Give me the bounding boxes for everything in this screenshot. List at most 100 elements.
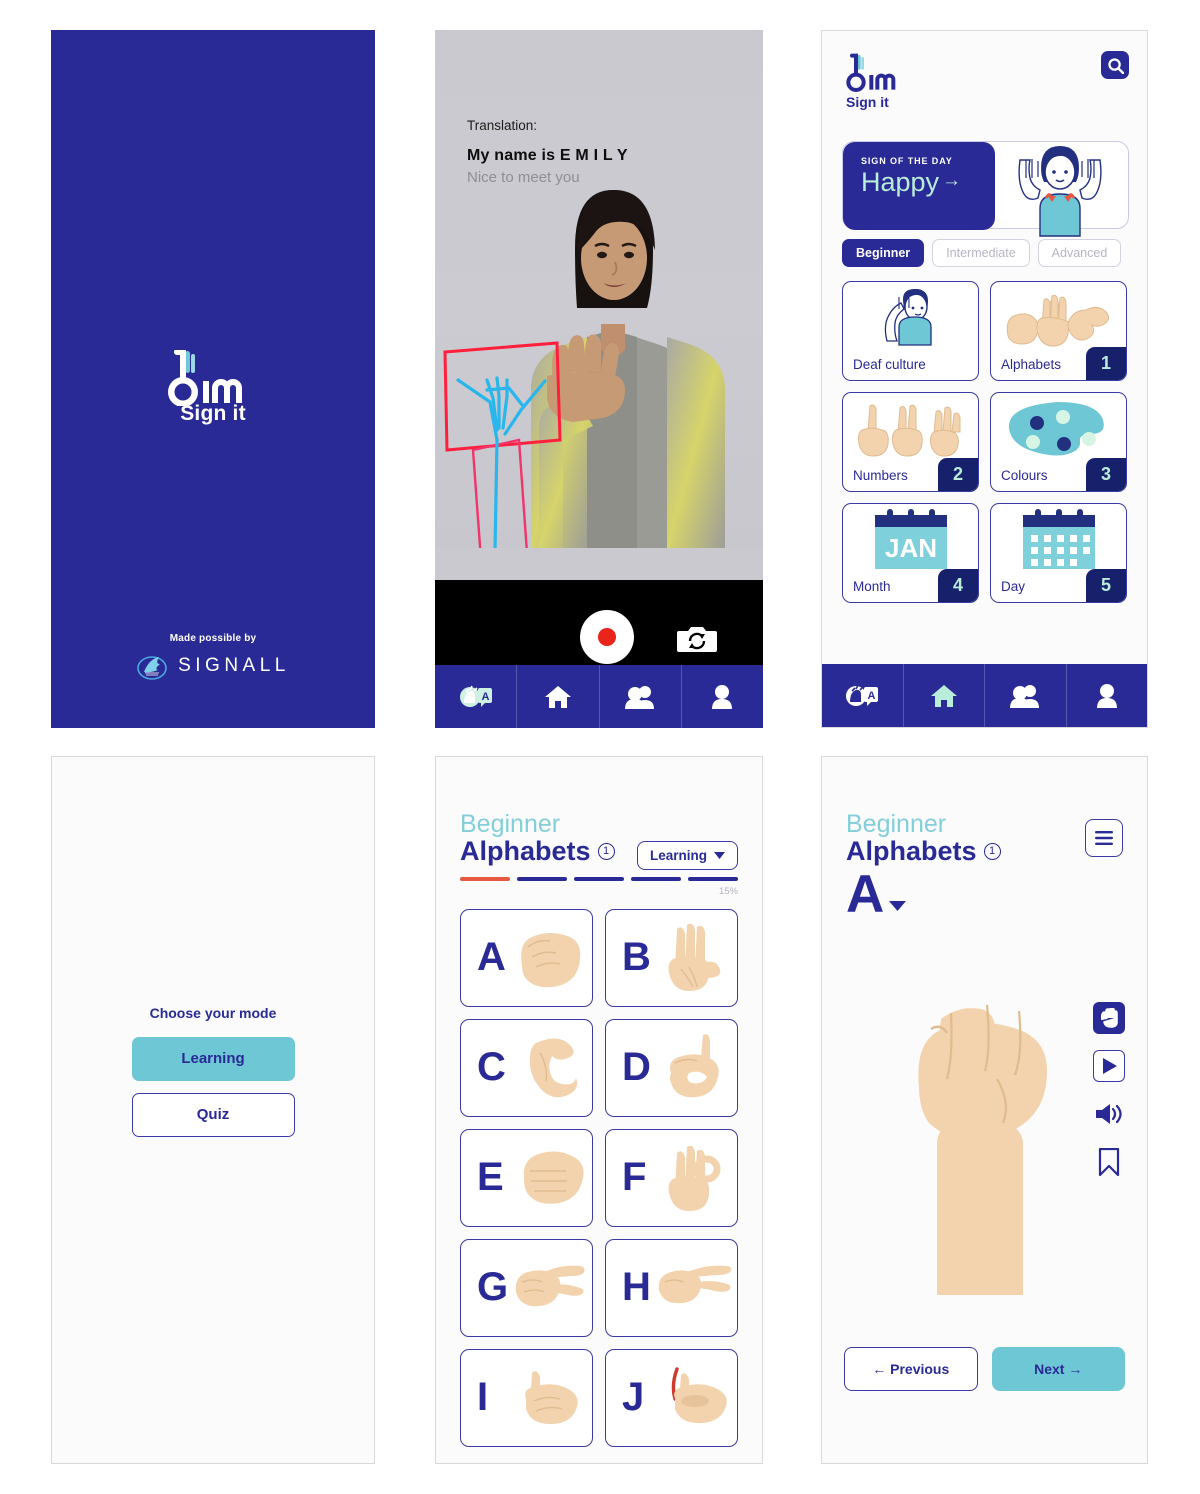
- hand-skeleton: [456, 376, 547, 548]
- list-kicker: Beginner: [460, 810, 561, 838]
- alphabet-letter: J: [622, 1375, 645, 1420]
- translation-primary: My name is E M I L Y: [467, 147, 628, 164]
- hand-sign-button[interactable]: [1093, 1002, 1125, 1034]
- bim-logo-icon: [167, 350, 242, 406]
- audio-button[interactable]: [1093, 1098, 1125, 1130]
- alphabet-card-b[interactable]: B: [605, 908, 738, 1007]
- alphabet-card-e[interactable]: E: [460, 1128, 593, 1227]
- partner-name: SIGNALL: [178, 655, 290, 676]
- category-grid: Deaf culture Alphabets 1 Numbers 2 Colou…: [822, 267, 1147, 603]
- mode-button-quiz[interactable]: Quiz: [131, 1093, 295, 1137]
- category-card-deaf-culture[interactable]: Deaf culture: [842, 281, 979, 381]
- mode-selector: Choose your mode Learning Quiz: [52, 1005, 374, 1149]
- hand-letter-a-icon: A: [846, 684, 879, 706]
- people-icon: [625, 685, 655, 709]
- camera-preview[interactable]: Translation: My name is E M I L Y Nice t…: [435, 30, 763, 548]
- category-label: Alphabets: [1001, 357, 1062, 372]
- category-badge: 4: [938, 569, 978, 602]
- progress-percent: 15%: [718, 885, 738, 897]
- screen-home: Sign it SIGN OF THE DAY Happy → Beginner…: [821, 30, 1148, 728]
- translation-secondary: Nice to meet you: [467, 169, 580, 186]
- hamburger-menu-icon: [1095, 831, 1113, 845]
- alphabet-letter: D: [622, 1045, 651, 1090]
- alphabet-card-c[interactable]: C: [460, 1018, 593, 1117]
- arm-bounding-box: [471, 438, 528, 548]
- flat-hand-b-icon: [668, 923, 721, 991]
- level-beginner[interactable]: Beginner: [842, 239, 925, 267]
- alphabet-card-i[interactable]: I: [460, 1348, 593, 1447]
- bookmark-icon: [1098, 1148, 1120, 1176]
- alphabet-card-a[interactable]: A: [460, 908, 593, 1007]
- tab-community[interactable]: [600, 665, 682, 728]
- tab-community[interactable]: [985, 664, 1067, 727]
- claw-e-icon: [523, 1151, 584, 1204]
- progress-segment: [517, 876, 567, 881]
- bim-logo-icon: [846, 53, 896, 93]
- category-label: Deaf culture: [853, 357, 926, 372]
- alphabet-letter: G: [477, 1265, 509, 1310]
- category-card-numbers[interactable]: Numbers 2: [842, 392, 979, 492]
- palette-icon: [991, 397, 1126, 461]
- tab-profile[interactable]: [1067, 664, 1148, 727]
- category-label: Month: [853, 579, 891, 594]
- category-card-day[interactable]: Day 5: [990, 503, 1127, 603]
- tab-translate[interactable]: A: [435, 665, 518, 728]
- sotd-word: Happy →: [861, 167, 995, 198]
- people-icon: [1010, 684, 1040, 708]
- alphabet-letter: I: [477, 1375, 489, 1420]
- category-card-colours[interactable]: Colours 3: [990, 392, 1127, 492]
- screen-choose-mode: Choose your mode Learning Quiz: [51, 756, 375, 1464]
- category-card-month[interactable]: JAN Month 4: [842, 503, 979, 603]
- search-button[interactable]: [1101, 51, 1129, 79]
- calendar-jan-icon: JAN: [843, 508, 978, 572]
- person-icon: [712, 684, 733, 709]
- ok-f-icon: [668, 1145, 721, 1211]
- pinch-g-icon: [515, 1265, 585, 1306]
- mode-dropdown-label: Learning: [649, 848, 707, 863]
- category-label: Numbers: [853, 468, 908, 483]
- mode-button-learning[interactable]: Learning: [131, 1037, 295, 1081]
- two-finger-h-icon: [658, 1265, 731, 1303]
- menu-button[interactable]: [1085, 819, 1123, 857]
- sotd-arrow-icon: →: [942, 170, 962, 191]
- tab-home[interactable]: [904, 664, 985, 727]
- flip-camera-icon: [677, 627, 717, 652]
- current-letter-selector[interactable]: A: [846, 868, 1123, 921]
- calendar-days-icon: [991, 508, 1126, 572]
- person-icon: [1096, 683, 1117, 708]
- chevron-down-icon: [714, 852, 725, 859]
- home-icon: [544, 685, 571, 708]
- detail-title: Alphabets: [846, 836, 977, 867]
- category-badge: 1: [1086, 347, 1126, 380]
- deaf-culture-icon: [843, 286, 978, 350]
- alphabet-card-g[interactable]: G: [460, 1238, 593, 1337]
- tab-profile[interactable]: [682, 665, 763, 728]
- category-card-alphabets[interactable]: Alphabets 1: [990, 281, 1127, 381]
- alphabet-card-f[interactable]: F: [605, 1128, 738, 1227]
- flip-camera-button[interactable]: [677, 624, 717, 659]
- current-letter: A: [846, 864, 885, 924]
- play-video-button[interactable]: [1093, 1050, 1125, 1082]
- mockup-board: Sign it Made possible by SIGNALL Transla…: [0, 0, 1200, 1494]
- progress-bar: [460, 876, 738, 881]
- bookmark-button[interactable]: [1093, 1146, 1125, 1178]
- progress-segment: [460, 876, 510, 881]
- credit-label: Made possible by: [169, 633, 257, 644]
- tab-home[interactable]: [517, 665, 600, 728]
- sign-of-the-day-card[interactable]: SIGN OF THE DAY Happy →: [843, 142, 995, 230]
- sign-of-the-day-banner[interactable]: SIGN OF THE DAY Happy →: [842, 141, 1129, 237]
- sotd-word-text: Happy: [861, 167, 940, 197]
- alphabet-card-j[interactable]: J: [605, 1348, 738, 1447]
- alphabet-card-h[interactable]: H: [605, 1238, 738, 1337]
- previous-button[interactable]: ← Previous: [844, 1347, 978, 1391]
- curve-c-icon: [529, 1038, 578, 1097]
- chevron-down-icon: [889, 900, 907, 911]
- mode-dropdown[interactable]: Learning: [636, 841, 738, 870]
- next-button[interactable]: Next →: [991, 1347, 1125, 1391]
- alphabet-letter: A: [477, 935, 506, 980]
- record-button[interactable]: [580, 610, 634, 664]
- list-title: Alphabets: [460, 836, 591, 867]
- alphabet-card-d[interactable]: D: [605, 1018, 738, 1117]
- tab-translate[interactable]: A: [822, 664, 904, 727]
- bottom-tabbar: A: [435, 665, 763, 728]
